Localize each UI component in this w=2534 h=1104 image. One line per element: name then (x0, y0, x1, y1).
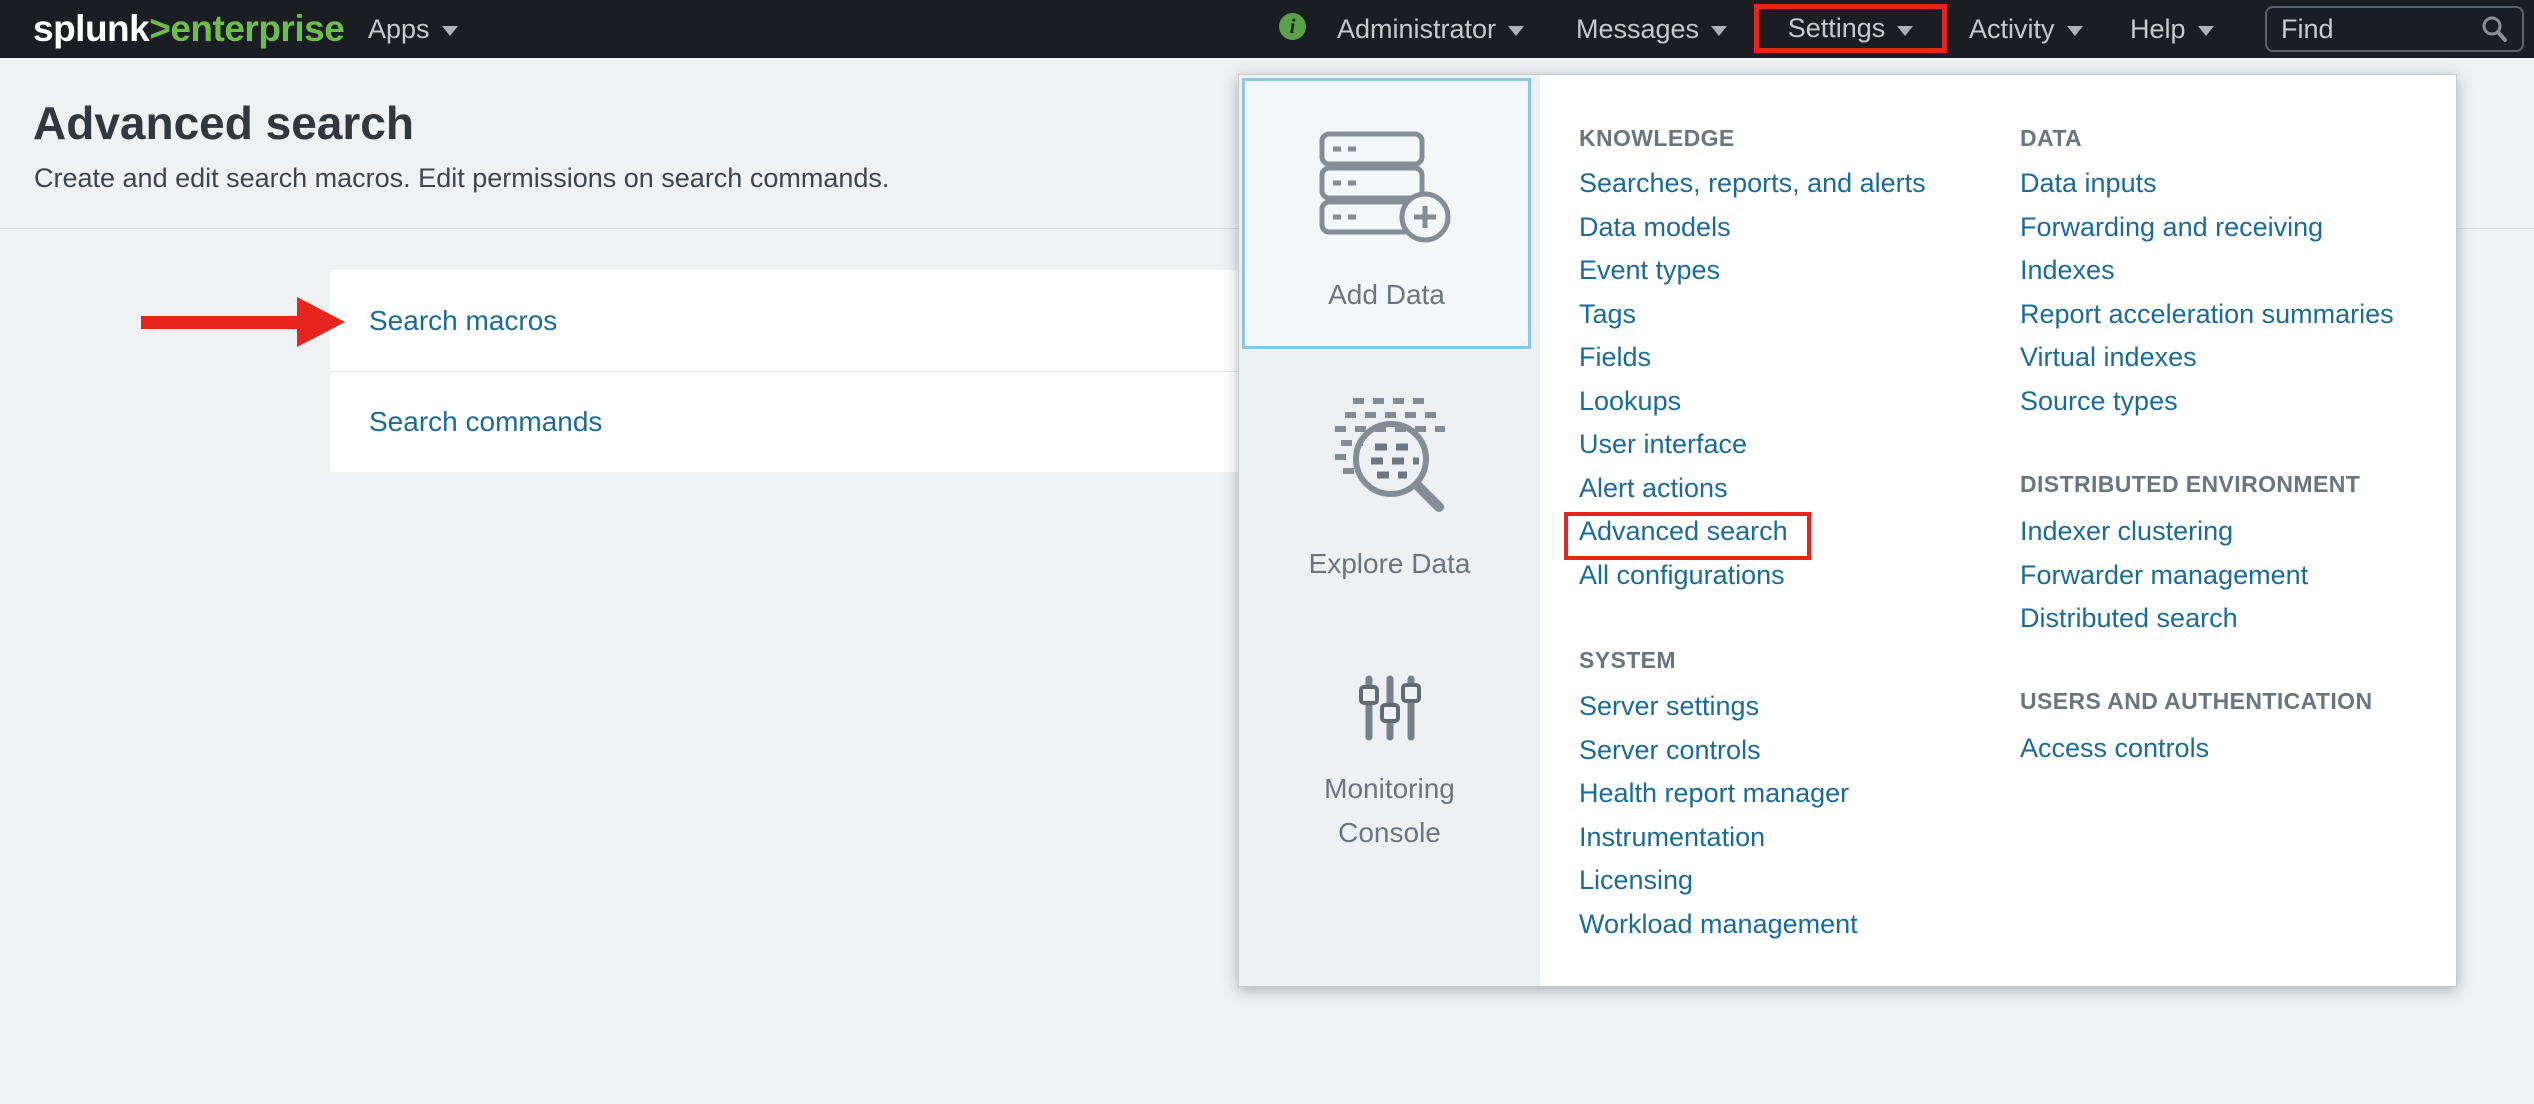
nav-messages-label: Messages (1576, 14, 1699, 45)
menu-link-searches-reports-alerts[interactable]: Searches, reports, and alerts (1579, 162, 1926, 206)
menu-link-data-models[interactable]: Data models (1579, 206, 1926, 250)
tile-explore-data[interactable]: Explore Data (1239, 361, 1540, 611)
logo-brand: splunk (33, 8, 149, 50)
section-links-distributed-environment: Indexer clustering Forwarder management … (2020, 510, 2308, 641)
page-title: Advanced search (33, 96, 414, 150)
find-search-input[interactable] (2281, 14, 2480, 45)
logo-separator: > (149, 8, 170, 50)
chevron-down-icon (1711, 26, 1727, 36)
nav-administrator-label: Administrator (1337, 14, 1496, 45)
section-links-users-authentication: Access controls (2020, 727, 2209, 771)
section-heading-users-authentication: USERS AND AUTHENTICATION (2020, 685, 2372, 717)
menu-link-all-configurations[interactable]: All configurations (1579, 554, 1926, 598)
nav-help[interactable]: Help (2130, 0, 2214, 58)
menu-link-tags[interactable]: Tags (1579, 293, 1926, 337)
nav-help-label: Help (2130, 14, 2186, 45)
menu-link-fields[interactable]: Fields (1579, 336, 1926, 380)
search-macros-link[interactable]: Search macros (369, 305, 557, 337)
page-subtitle: Create and edit search macros. Edit perm… (34, 163, 889, 194)
nav-apps-label: Apps (368, 14, 430, 45)
sliders-icon (1239, 675, 1540, 741)
tile-monitoring-console-label: Monitoring Console (1280, 767, 1500, 855)
nav-settings-label: Settings (1788, 13, 1886, 44)
menu-link-advanced-search[interactable]: Advanced search (1579, 510, 1926, 554)
explore-magnifier-icon (1239, 393, 1540, 518)
nav-settings[interactable]: Settings (1754, 4, 1947, 53)
menu-link-distributed-search[interactable]: Distributed search (2020, 597, 2308, 641)
nav-apps[interactable]: Apps (368, 0, 458, 58)
nav-messages[interactable]: Messages (1576, 0, 1727, 58)
menu-link-server-settings[interactable]: Server settings (1579, 685, 1858, 729)
menu-link-server-controls[interactable]: Server controls (1579, 729, 1858, 773)
menu-link-licensing[interactable]: Licensing (1579, 859, 1858, 903)
section-links-data: Data inputs Forwarding and receiving Ind… (2020, 162, 2394, 423)
tile-explore-data-label: Explore Data (1239, 548, 1540, 580)
menu-link-access-controls[interactable]: Access controls (2020, 727, 2209, 771)
info-icon[interactable]: i (1279, 13, 1306, 40)
tile-add-data-label: Add Data (1245, 279, 1528, 311)
nav-activity[interactable]: Activity (1969, 0, 2083, 58)
section-links-system: Server settings Server controls Health r… (1579, 685, 1858, 946)
search-commands-link[interactable]: Search commands (369, 406, 602, 438)
menu-link-lookups[interactable]: Lookups (1579, 380, 1926, 424)
menu-link-indexes[interactable]: Indexes (2020, 249, 2394, 293)
find-search-box[interactable] (2265, 6, 2524, 52)
menu-link-source-types[interactable]: Source types (2020, 380, 2394, 424)
section-heading-distributed-environment: DISTRIBUTED ENVIRONMENT (2020, 468, 2360, 500)
database-add-icon (1245, 131, 1528, 243)
section-heading-knowledge: KNOWLEDGE (1579, 122, 1735, 154)
chevron-down-icon (2198, 26, 2214, 36)
menu-link-alert-actions[interactable]: Alert actions (1579, 467, 1926, 511)
menu-link-data-inputs[interactable]: Data inputs (2020, 162, 2394, 206)
menu-link-indexer-clustering[interactable]: Indexer clustering (2020, 510, 2308, 554)
menu-link-event-types[interactable]: Event types (1579, 249, 1926, 293)
tile-monitoring-console[interactable]: Monitoring Console (1239, 631, 1540, 911)
menu-link-forwarder-management[interactable]: Forwarder management (2020, 554, 2308, 598)
menu-link-report-acceleration-summaries[interactable]: Report acceleration summaries (2020, 293, 2394, 337)
menu-link-forwarding-and-receiving[interactable]: Forwarding and receiving (2020, 206, 2394, 250)
section-heading-system: SYSTEM (1579, 644, 1676, 676)
logo-product: enterprise (170, 8, 344, 50)
menu-link-virtual-indexes[interactable]: Virtual indexes (2020, 336, 2394, 380)
chevron-down-icon (2067, 26, 2083, 36)
splunk-logo[interactable]: splunk>enterprise (33, 0, 344, 58)
nav-administrator[interactable]: Administrator (1337, 0, 1524, 58)
tile-add-data[interactable]: Add Data (1242, 78, 1531, 349)
red-arrow-head (297, 297, 345, 347)
top-navbar: splunk>enterprise Apps i Administrator M… (0, 0, 2534, 58)
menu-link-user-interface[interactable]: User interface (1579, 423, 1926, 467)
search-icon (2480, 15, 2508, 43)
section-links-knowledge: Searches, reports, and alerts Data model… (1579, 162, 1926, 597)
settings-dropdown-menu: Add Data (1238, 74, 2457, 987)
menu-link-instrumentation[interactable]: Instrumentation (1579, 816, 1858, 860)
chevron-down-icon (1897, 26, 1913, 36)
red-arrow-shaft (141, 316, 299, 329)
menu-link-workload-management[interactable]: Workload management (1579, 903, 1858, 947)
chevron-down-icon (1508, 26, 1524, 36)
menu-link-health-report-manager[interactable]: Health report manager (1579, 772, 1858, 816)
chevron-down-icon (442, 26, 458, 36)
nav-activity-label: Activity (1969, 14, 2055, 45)
section-heading-data: DATA (2020, 122, 2082, 154)
